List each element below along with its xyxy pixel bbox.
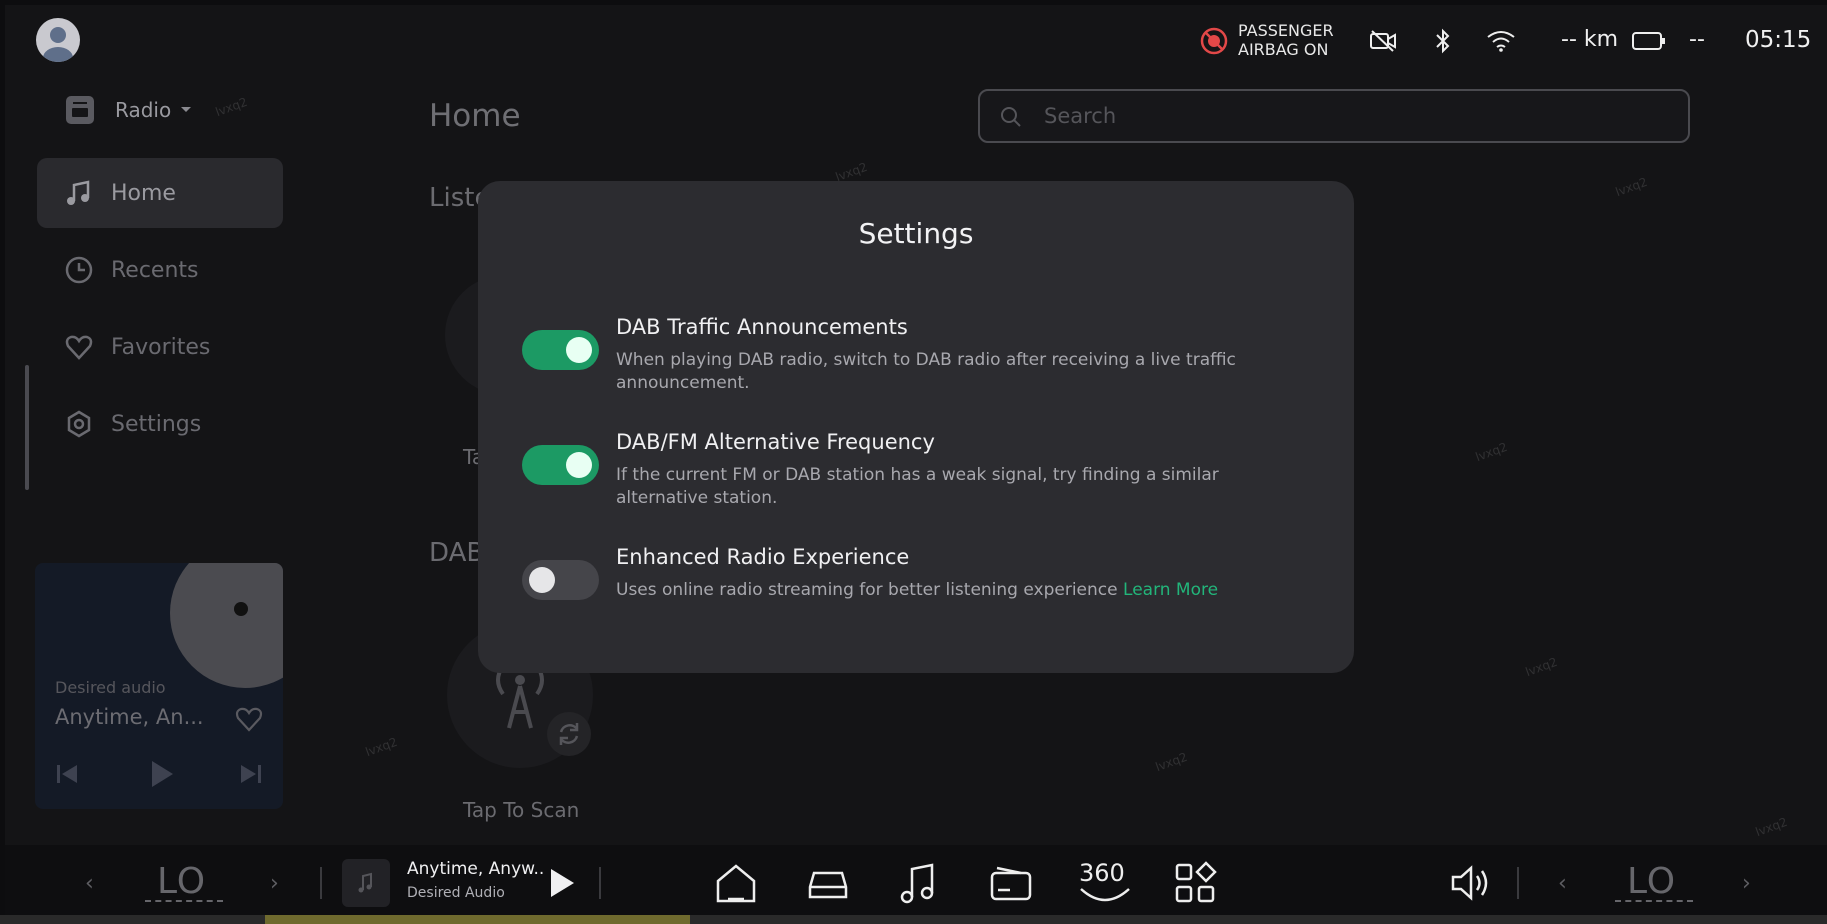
airbag-off-icon [1200,27,1228,55]
option-description: Uses online radio streaming for better l… [616,580,1118,600]
radio-app-screen: PASSENGER AIRBAG ON -- km -- 05:15 Radio… [5,5,1827,920]
previous-track-icon[interactable] [55,763,79,785]
range-readout: -- km [1561,27,1619,52]
left-temp-up-icon[interactable]: › [270,871,279,896]
dialog-title: Settings [858,217,974,250]
source-label: Radio [115,98,172,122]
clock: 05:15 [1745,27,1812,53]
volume-icon[interactable] [1447,859,1495,907]
battery-icon [1632,32,1665,50]
search-icon [1001,107,1021,127]
sidebar-item-favorites[interactable]: Favorites [37,312,283,382]
divider [1517,867,1519,899]
surround-view-label: 360 [1079,859,1125,887]
now-playing-title: Anytime, Anyw.. [407,859,545,879]
watermark: lvxq2 [1613,174,1650,200]
battery-readout: -- [1689,27,1705,52]
heart-icon [65,335,93,360]
music-icon[interactable] [895,859,943,907]
source-selector[interactable]: Radio [65,93,205,127]
sidebar-item-label: Favorites [111,334,211,360]
enhanced-radio-toggle[interactable] [522,560,599,600]
sidebar-item-recents[interactable]: Recents [37,235,283,305]
divider [320,867,322,899]
mini-player-title: Anytime, An... [55,705,204,729]
next-track-icon[interactable] [239,763,263,785]
watermark: lvxq2 [363,734,400,760]
search-placeholder: Search [1044,104,1117,128]
chevron-down-icon [181,107,191,112]
favorite-heart-icon[interactable] [235,706,263,732]
watermark: lvxq2 [213,94,250,120]
right-temperature[interactable]: LO [1627,861,1676,902]
play-icon[interactable] [149,759,175,789]
sidebar-item-label: Recents [111,257,199,283]
page-title: Home [429,98,521,134]
left-temp-underline [145,900,223,902]
option-title: DAB/FM Alternative Frequency [616,430,935,454]
radio-icon [66,96,94,124]
settings-dialog: Settings DAB Traffic Announcements When … [478,181,1354,673]
gear-icon [67,410,91,438]
watermark: lvxq2 [1153,749,1190,775]
learn-more-link[interactable]: Learn More [1123,580,1218,600]
music-note-icon [358,872,372,893]
bluetooth-icon [1436,28,1450,54]
surround-view-button[interactable]: 360 [1077,855,1133,911]
host-notification-strip [265,915,690,924]
right-temp-underline [1615,900,1693,902]
option-description: When playing DAB radio, switch to DAB ra… [616,350,1236,393]
right-temp-down-icon[interactable]: ‹ [1558,871,1567,896]
option-title: Enhanced Radio Experience [616,545,910,569]
sidebar-item-home[interactable]: Home [37,158,283,228]
divider [599,867,601,899]
dab-traffic-toggle[interactable] [522,330,599,370]
scan-label: Tap To Scan [463,798,580,822]
left-temp-down-icon[interactable]: ‹ [85,871,94,896]
alt-frequency-toggle[interactable] [522,445,599,485]
orbit-arc-icon [1080,888,1130,902]
radio-app-icon[interactable] [987,859,1035,907]
watermark: lvxq2 [1473,439,1510,465]
watermark: lvxq2 [1523,654,1560,680]
home-icon[interactable] [712,859,760,907]
mini-player-source: Desired audio [55,678,166,697]
play-icon[interactable] [548,867,576,899]
right-temp-up-icon[interactable]: › [1742,871,1751,896]
app-grid-icon[interactable] [1171,859,1219,907]
option-description: If the current FM or DAB station has a w… [616,465,1219,508]
mini-player[interactable]: Desired audio Anytime, An... [35,563,283,809]
watermark: lvxq2 [1753,814,1790,840]
airbag-line1: PASSENGER [1238,21,1334,40]
airbag-line2: AIRBAG ON [1238,40,1329,59]
album-art-disc [170,563,283,688]
wifi-icon [1487,31,1515,52]
sidebar-item-label: Settings [111,411,202,437]
left-temperature[interactable]: LO [157,861,206,902]
clock-icon [65,256,93,284]
sidebar-item-label: Home [111,180,176,206]
refresh-icon[interactable] [547,712,591,756]
sidebar-scrollbar[interactable] [25,365,29,490]
sidebar-item-settings[interactable]: Settings [37,389,283,459]
car-icon[interactable] [804,859,852,907]
camera-off-icon [1370,30,1396,52]
dab-section-heading-partial: DAB [429,538,485,568]
user-avatar[interactable] [36,18,80,62]
music-note-icon [67,180,90,205]
host-taskbar-strip [0,915,1827,924]
option-description-row: Uses online radio streaming for better l… [616,579,1376,602]
now-playing-source: Desired Audio [407,885,505,901]
search-input[interactable]: Search [978,89,1690,143]
now-playing-thumb[interactable] [342,859,390,907]
option-title: DAB Traffic Announcements [616,315,908,339]
bottom-dock: ‹ LO › Anytime, Anyw.. Desired Audio 360… [5,845,1827,920]
